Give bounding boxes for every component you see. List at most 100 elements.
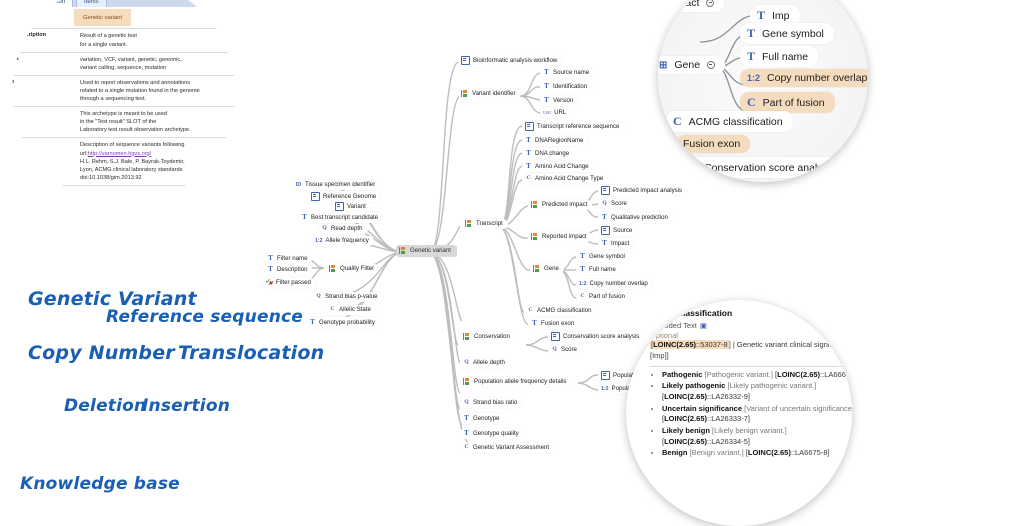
archetype-icon <box>311 192 320 201</box>
mindmap-node-gene-symbol[interactable]: T Gene symbol <box>576 251 630 262</box>
gene-inset-node-gene[interactable]: ⊞ Gene <box>658 56 726 74</box>
text-icon: T <box>526 149 531 157</box>
node-label: Full name <box>762 50 809 63</box>
acmg-code-highlight: [LOINC(2.65)::53037-8 <box>650 340 729 349</box>
gene-inset-node-part-of-fusion[interactable]: C Part of fusion <box>740 92 835 113</box>
node-label: Genotype probability <box>319 318 375 326</box>
attribution-inset[interactable]: Attribution Items Concept name Genetic v… <box>12 0 236 204</box>
option-term: Pathogenic <box>662 369 703 379</box>
coded-icon: C <box>580 293 585 300</box>
mindmap-node-root[interactable]: Genetic variant <box>396 245 457 257</box>
mindmap-node-copy-number-overlap[interactable]: 1:2 Copy number overlap <box>576 279 653 289</box>
mindmap-node-genotype[interactable]: T Genotype <box>460 413 505 424</box>
tree-icon <box>465 220 473 228</box>
mindmap-node-identification[interactable]: T Identification <box>540 81 593 92</box>
mindmap-node-read-depth[interactable]: Q Read depth <box>318 224 368 234</box>
node-label: Conservation <box>474 333 510 341</box>
collapse-icon[interactable] <box>707 61 716 69</box>
row-key: References <box>12 141 23 148</box>
mindmap-node-reported-impact[interactable]: Reported impact <box>528 232 592 242</box>
row-key: Keywords <box>12 55 19 62</box>
text-icon: T <box>464 429 469 437</box>
acmg-code-value: ::53037-8 <box>696 340 728 349</box>
mindmap-node-score-conservation[interactable]: Q Score <box>548 345 582 355</box>
mindmap-node-predicted-impact-analysis[interactable]: Predicted impact analysis <box>598 185 688 196</box>
mindmap-node-description[interactable]: T Description <box>264 264 313 275</box>
mindmap-node-amino-acid-change[interactable]: T Amino Acid Change <box>522 161 594 172</box>
node-label: Identification <box>553 82 588 90</box>
mindmap-node-full-name[interactable]: T Full name <box>576 264 621 275</box>
row-value: variation, VCF, variant, genetic, genomi… <box>80 56 182 71</box>
node-label: Gene symbol <box>589 252 625 260</box>
mindmap-node-part-of-fusion[interactable]: C Part of fusion <box>576 292 630 302</box>
mindmap-node-variant[interactable]: Variant <box>332 201 371 212</box>
mindmap-node-bioinformatic-analysis-workflow[interactable]: Bioinformatic analysis workflow <box>458 55 563 66</box>
mindmap-node-version[interactable]: T Version <box>540 95 579 106</box>
gene-inset-node-predicted-impact[interactable]: ted impact <box>658 0 725 12</box>
mindmap-node-variant-identifier[interactable]: Variant identifier <box>458 89 521 99</box>
mindmap-node-qualitative-prediction[interactable]: T Qualitative prediction <box>598 212 673 223</box>
node-label: Score <box>611 200 627 207</box>
gene-inset-node-full-name[interactable]: T Full name <box>740 46 819 67</box>
coded-icon: C <box>747 95 756 109</box>
mindmap-node-genotype-probability[interactable]: T Genotype probability <box>306 317 380 328</box>
mindmap-node-strand-bias-ratio[interactable]: Q Strand bias ratio <box>460 398 523 408</box>
mindmap-node-allelic-state[interactable]: C Allelic State <box>326 305 376 315</box>
node-label: Genotype <box>473 414 500 422</box>
mindmap-node-population-allele-frequency-details[interactable]: Population allele frequency details <box>460 377 572 387</box>
option-term: Benign <box>662 448 688 458</box>
archetype-icon <box>461 56 470 65</box>
gene-branch-inset[interactable]: ted impact T Imp T Gene symbol T Full na… <box>658 0 868 182</box>
quantity-icon: Q <box>552 346 557 353</box>
expand-icon[interactable]: ▣ <box>700 321 707 330</box>
mindmap-node-dnaregionname[interactable]: T DNARegionName <box>522 135 589 146</box>
node-label: Read depth <box>331 225 363 232</box>
gene-inset-node-gene-symbol[interactable]: T Gene symbol <box>740 23 834 44</box>
mindmap-node-transcript-reference-sequence[interactable]: Transcript reference sequence <box>522 121 625 132</box>
tree-icon <box>533 265 541 273</box>
mindmap-node-score-predicted[interactable]: Q Score <box>598 199 632 209</box>
mindmap-node-conservation-score-analysis[interactable]: Conservation score analysis <box>548 331 645 342</box>
mindmap-node-impact[interactable]: T Impact <box>598 238 635 249</box>
mindmap-node-fusion-exon[interactable]: T Fusion exon <box>528 318 580 329</box>
text-icon: T <box>526 136 531 144</box>
gene-inset-node-acmg-classification[interactable]: C ACMG classification <box>666 111 793 132</box>
mindmap-node-acmg-classification[interactable]: C ACMG classification <box>524 306 597 316</box>
mindmap-node-best-transcript-candidate[interactable]: T Best transcript candidate <box>298 212 384 223</box>
reference-link[interactable]: http://varnomen.hgvs.org/ <box>88 151 151 157</box>
mindmap-node-url[interactable]: URI URL <box>540 108 572 118</box>
mindmap-node-allele-depth[interactable]: Q Allele depth <box>460 358 510 368</box>
acmg-classification-inset[interactable]: ACMG classification T Coded Text ▣ Optio… <box>626 300 852 526</box>
table-row: Purpose Used to report observations and … <box>12 76 236 108</box>
mindmap-node-strand-bias-p-value[interactable]: Q Strand bias p-value <box>312 292 383 302</box>
mindmap-node-source-name[interactable]: T Source name <box>540 67 595 78</box>
mindmap-node-conservation[interactable]: Conservation <box>460 332 515 342</box>
mindmap-node-filter-passed[interactable]: ✔ ✖ Filter passed <box>262 278 316 288</box>
tab-attribution[interactable]: Attribution <box>30 0 74 7</box>
mindmap-node-gene[interactable]: Gene <box>530 264 564 274</box>
coded-icon: C <box>673 114 682 128</box>
gene-inset-node-conservation-score-analysis[interactable]: E Conservation score analysis <box>682 157 846 178</box>
gene-inset-node-fusion-exon[interactable]: Fusion exon <box>676 135 751 153</box>
node-label: Fusion exon <box>541 319 575 327</box>
node-label: Population allele frequency details <box>474 378 567 386</box>
tab-items[interactable]: Items <box>76 0 107 7</box>
mindmap-node-quality-filter[interactable]: Quality Filter <box>326 264 380 274</box>
mindmap-node-genotype-quality[interactable]: T Genotype quality <box>460 428 524 439</box>
gene-inset-node-copy-number-overlap[interactable]: 1:2 Copy number overlap <box>740 69 868 87</box>
mindmap-node-source[interactable]: Source <box>598 225 638 236</box>
mindmap-node-predicted-impact[interactable]: Predicted impact <box>528 200 593 210</box>
mindmap-node-amino-acid-change-type[interactable]: C Amino Acid Change Type <box>522 174 609 184</box>
node-label: Strand bias ratio <box>473 399 518 406</box>
mindmap-node-transcript[interactable]: Transcript <box>462 219 508 229</box>
mindmap-node-filter-name[interactable]: T Filter name <box>264 253 313 264</box>
mindmap-node-genetic-variant-assessment[interactable]: C Genetic Variant Assessment <box>460 443 555 453</box>
quantity-icon: Q <box>322 225 327 232</box>
collapse-icon[interactable] <box>706 0 715 7</box>
attribution-tabs[interactable]: Attribution Items <box>12 0 236 7</box>
mindmap-node-allele-frequency[interactable]: 1:2 Allele frequency <box>312 236 374 246</box>
mindmap-node-dna-change[interactable]: T DNA change <box>522 148 575 159</box>
list-item: Benign [Benign variant.] [LOINC(2.65)::L… <box>662 448 852 459</box>
mindmap-node-tissue-specimen-identifier[interactable]: ID Tissue specimen identifier <box>292 180 381 190</box>
tree-icon <box>531 201 539 209</box>
